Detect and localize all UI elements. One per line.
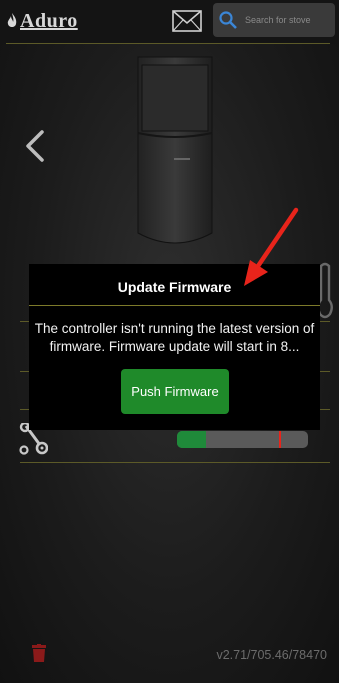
back-chevron-icon[interactable] <box>22 128 46 164</box>
status-progress-bar <box>177 431 308 448</box>
divider-line <box>320 409 330 410</box>
version-label: v2.71/705.46/78470 <box>216 648 327 662</box>
search-icon <box>219 11 237 29</box>
header-divider <box>6 43 330 44</box>
search-placeholder: Search for stove <box>245 15 311 25</box>
divider-line <box>320 371 330 372</box>
dialog-message: The controller isn't running the latest … <box>34 321 315 354</box>
mail-icon[interactable] <box>172 10 202 32</box>
progress-marker <box>279 431 282 448</box>
flame-icon <box>7 13 17 27</box>
divider-line <box>20 462 330 463</box>
dialog-divider <box>29 305 320 306</box>
top-bar: Aduro Search for stove <box>0 0 339 44</box>
logo-text: Aduro <box>20 9 78 32</box>
progress-fill <box>177 431 206 448</box>
aduro-logo: Aduro <box>6 8 78 34</box>
trash-icon[interactable] <box>32 644 46 662</box>
divider-line <box>320 321 330 322</box>
stove-image <box>137 56 213 244</box>
search-field[interactable]: Search for stove <box>213 3 335 37</box>
push-firmware-button[interactable]: Push Firmware <box>121 369 229 414</box>
annotation-arrow <box>244 207 299 286</box>
